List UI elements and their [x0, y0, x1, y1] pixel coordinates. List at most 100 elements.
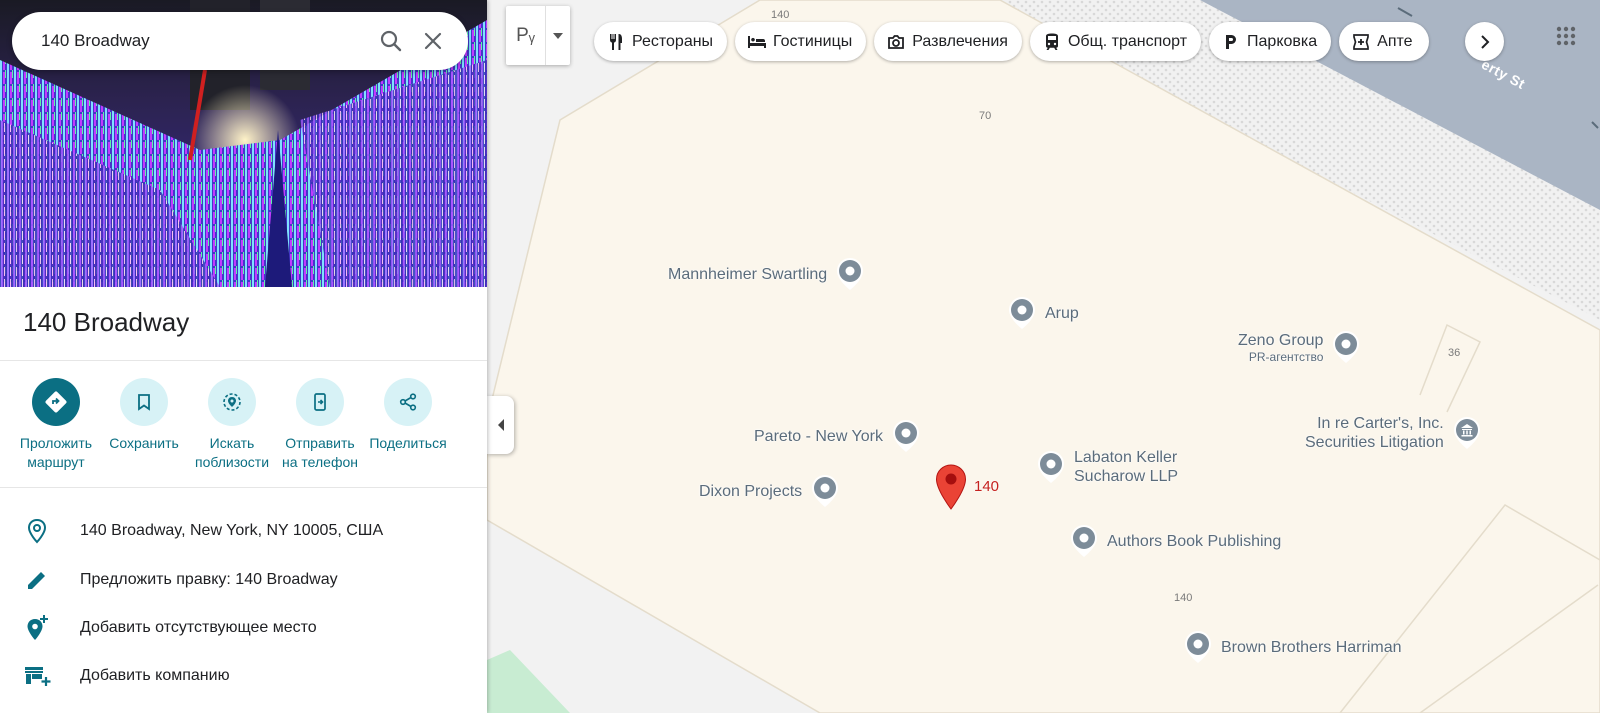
pencil-icon — [22, 568, 52, 592]
street-number: 70 — [979, 110, 992, 122]
poi-label-group: In re Carter's, Inc. Securities Litigati… — [1305, 414, 1444, 452]
poi-label-line2: Sucharow LLP — [1074, 468, 1179, 485]
poi-label: Mannheimer Swartling — [668, 265, 828, 283]
suggest-edit-text: Предложить правку: 140 Broadway — [80, 571, 338, 588]
share-label: Поделиться — [369, 435, 447, 451]
camera-icon — [886, 32, 906, 52]
chip-restaurants[interactable]: Рестораны — [594, 22, 728, 61]
poi-pareto-new-york[interactable]: Pareto - New York — [754, 419, 921, 453]
search-input[interactable] — [41, 31, 370, 51]
search-box — [12, 12, 468, 70]
directions-label: Проложить маршрут — [19, 435, 93, 470]
poi-label-group: Zeno Group PR-агентство — [1238, 331, 1323, 364]
poi-label-group: Labaton Keller Sucharow LLP — [1074, 448, 1178, 486]
poi-label: Authors Book Publishing — [1107, 532, 1282, 550]
chip-label: Апте — [1377, 32, 1413, 50]
add-place-icon — [22, 614, 52, 642]
courthouse-pin-icon — [1452, 416, 1482, 450]
poi-label: Zeno Group — [1238, 331, 1324, 349]
chip-label: Развлечения — [912, 32, 1008, 50]
poi-label: In re Carter's, Inc. — [1317, 415, 1444, 432]
hotel-icon — [747, 32, 767, 52]
address-text: 140 Broadway, New York, NY 10005, США — [80, 522, 384, 539]
poi-pin-icon — [1183, 630, 1213, 664]
chip-parking[interactable]: Парковка — [1209, 22, 1332, 61]
layer-dropdown-button[interactable] — [546, 6, 570, 65]
add-business-icon — [22, 664, 52, 688]
divider — [0, 360, 487, 361]
share-icon — [384, 378, 432, 426]
poi-label: Brown Brothers Harriman — [1221, 638, 1402, 656]
selected-place-marker[interactable] — [935, 464, 967, 510]
chip-label: Гостиницы — [773, 32, 853, 50]
poi-pin-icon — [891, 419, 921, 453]
selected-place-label: 140 — [974, 478, 1000, 495]
bookmark-icon — [120, 378, 168, 426]
search-icon[interactable] — [370, 20, 412, 62]
action-buttons: Проложить маршрут Сохранить Искать побли… — [12, 378, 472, 472]
poi-in-re-carters[interactable]: In re Carter's, Inc. Securities Litigati… — [1305, 414, 1482, 452]
chip-hotels[interactable]: Гостиницы — [735, 22, 867, 61]
poi-labaton-keller[interactable]: Labaton Keller Sucharow LLP — [1036, 448, 1178, 486]
chip-pharmacy[interactable]: Апте — [1339, 22, 1430, 61]
chip-transit[interactable]: Общ. транспорт — [1029, 22, 1202, 61]
divider — [0, 487, 487, 488]
search-nearby-button[interactable]: Искать поблизости — [188, 378, 276, 472]
poi-pin-icon — [1069, 524, 1099, 558]
poi-label-line2: Securities Litigation — [1305, 434, 1444, 451]
add-missing-place-text: Добавить отсутствующее место — [80, 619, 317, 636]
send-to-phone-icon — [296, 378, 344, 426]
poi-pin-icon — [1036, 450, 1066, 484]
chevron-right-icon — [1480, 34, 1489, 49]
chevron-left-icon — [497, 419, 504, 431]
poi-pin-icon — [835, 257, 865, 291]
red-pin-icon — [935, 464, 967, 510]
street-number: 140 — [1174, 592, 1193, 604]
poi-zeno-group[interactable]: Zeno Group PR-агентство — [1238, 330, 1361, 364]
save-button[interactable]: Сохранить — [100, 378, 188, 472]
chip-label: Рестораны — [632, 32, 714, 50]
restaurant-icon — [606, 32, 626, 52]
directions-icon — [32, 378, 80, 426]
street-number: 36 — [1448, 347, 1461, 359]
layer-button[interactable]: Pᵧ — [506, 6, 546, 65]
chips-next-button[interactable] — [1465, 22, 1504, 61]
directions-button[interactable]: Проложить маршрут — [12, 378, 100, 472]
poi-brown-brothers-harriman[interactable]: Brown Brothers Harriman — [1183, 630, 1402, 664]
poi-category: PR-агентство — [1248, 349, 1324, 364]
collapse-panel-button[interactable] — [487, 396, 514, 454]
chip-label: Общ. транспорт — [1067, 32, 1188, 50]
send-to-phone-button[interactable]: Отправить на телефон — [276, 378, 364, 472]
share-button[interactable]: Поделиться — [364, 378, 452, 472]
caret-down-icon — [553, 32, 563, 39]
poi-authors-book-publishing[interactable]: Authors Book Publishing — [1069, 524, 1281, 558]
place-title: 140 Broadway — [23, 307, 190, 337]
add-business-row[interactable]: Добавить компанию — [0, 652, 487, 700]
poi-label: Labaton Keller — [1074, 449, 1178, 466]
street-number: 140 — [771, 9, 790, 21]
poi-dixon-projects[interactable]: Dixon Projects — [699, 474, 840, 508]
add-missing-place-row[interactable]: Добавить отсутствующее место — [0, 604, 487, 652]
poi-arup[interactable]: Arup — [1007, 296, 1079, 330]
pharmacy-icon — [1351, 32, 1371, 52]
suggest-edit-row[interactable]: Предложить правку: 140 Broadway — [0, 556, 487, 604]
close-icon[interactable] — [412, 20, 454, 62]
place-side-panel: 140 Broadway Проложить маршрут Сохранить… — [0, 0, 487, 713]
apps-grid-icon — [1556, 26, 1576, 46]
parking-icon — [1221, 32, 1241, 52]
poi-label: Pareto - New York — [754, 427, 883, 445]
search-nearby-label: Искать поблизости — [194, 435, 270, 470]
add-business-text: Добавить компанию — [80, 667, 230, 684]
transit-icon — [1042, 32, 1062, 52]
address-row[interactable]: 140 Broadway, New York, NY 10005, США — [0, 507, 487, 555]
save-label: Сохранить — [109, 435, 179, 451]
poi-mannheimer-swartling[interactable]: Mannheimer Swartling — [668, 257, 865, 291]
poi-pin-icon — [810, 474, 840, 508]
chip-label: Парковка — [1247, 32, 1318, 50]
poi-pin-icon — [1331, 330, 1361, 364]
poi-label: Arup — [1045, 304, 1079, 322]
chip-entertainment[interactable]: Развлечения — [874, 22, 1022, 61]
apps-grid-button[interactable] — [1548, 18, 1584, 54]
poi-pin-icon — [1007, 296, 1037, 330]
category-chips: Рестораны Гостиницы Развлечения Общ. тра… — [594, 22, 1430, 61]
